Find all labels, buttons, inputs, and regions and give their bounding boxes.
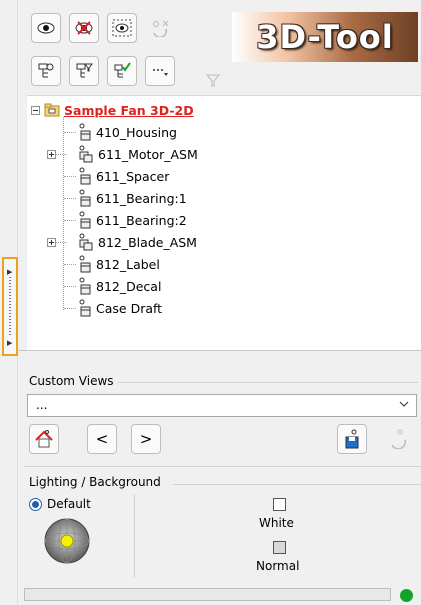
- radio-default[interactable]: [29, 497, 42, 511]
- more-options-button[interactable]: [145, 56, 175, 86]
- default-lighting-option[interactable]: Default: [29, 497, 91, 511]
- restore-view-icon: [391, 429, 406, 449]
- panel-divider: [17, 350, 421, 351]
- tree-item[interactable]: 812_Label: [56, 254, 160, 274]
- panel-collapse-handle[interactable]: ▶ ▶: [2, 257, 18, 356]
- part-icon: [79, 211, 91, 229]
- filter-icon: [205, 74, 221, 87]
- home-view-button[interactable]: [29, 424, 59, 454]
- tree-item-label: 812_Label: [96, 256, 160, 272]
- tree-item[interactable]: 611_Motor_ASM: [47, 144, 198, 164]
- restore-view-button[interactable]: [383, 424, 413, 454]
- eye-icon: [37, 22, 55, 34]
- white-background-label: White: [259, 516, 294, 530]
- normal-background-swatch[interactable]: [273, 541, 286, 554]
- section-rule: [118, 382, 418, 383]
- tree-find-icon: [38, 63, 54, 78]
- custom-views-dropdown[interactable]: ...: [27, 394, 417, 417]
- home-view-icon: [35, 430, 53, 448]
- brand-logo: 3D-Tool: [232, 12, 418, 62]
- part-icon: [79, 277, 91, 295]
- panel-divider: [24, 466, 421, 467]
- section-rule: [173, 484, 421, 485]
- save-view-button[interactable]: [337, 424, 367, 454]
- tree-item-label: 812_Blade_ASM: [98, 234, 197, 250]
- progress-bar: [24, 588, 391, 601]
- show-selection-icon: [112, 19, 132, 37]
- collapse-arrow-icon: ▶: [7, 268, 13, 276]
- filter-button[interactable]: [205, 74, 221, 88]
- custom-views-selected: ...: [36, 398, 48, 412]
- tree-item-label: 611_Bearing:1: [96, 190, 187, 206]
- hide-icon: [75, 21, 93, 35]
- expand-icon[interactable]: [47, 237, 56, 247]
- tree-filter-icon: [76, 63, 93, 78]
- assembly-icon: [79, 145, 93, 163]
- part-icon: [79, 189, 91, 207]
- grip-icon: [9, 277, 11, 335]
- tree-item[interactable]: Case Draft: [56, 298, 162, 318]
- tree-item[interactable]: 611_Spacer: [56, 166, 169, 186]
- part-icon: [79, 299, 91, 317]
- lighting-sphere-icon: [44, 518, 90, 564]
- tree-root-label: Sample Fan 3D-2D: [64, 102, 194, 118]
- chevron-down-icon: [399, 401, 409, 407]
- previous-view-icon: <: [95, 430, 109, 448]
- tree-item-label: 611_Bearing:2: [96, 212, 187, 228]
- collapse-icon[interactable]: [31, 105, 40, 115]
- show-all-button[interactable]: [31, 13, 61, 43]
- show-selection-button[interactable]: [107, 13, 137, 43]
- next-view-icon: >: [139, 430, 153, 448]
- assembly-icon: [79, 233, 93, 251]
- tree-item[interactable]: 410_Housing: [56, 122, 177, 142]
- tree-item-label: Case Draft: [96, 300, 163, 316]
- next-view-button[interactable]: >: [131, 424, 161, 454]
- tree-filter-button[interactable]: [69, 56, 99, 86]
- tree-check-icon: [114, 62, 131, 78]
- part-icon: [79, 255, 91, 273]
- assembly-folder-icon: [44, 103, 60, 117]
- tree-root[interactable]: Sample Fan 3D-2D: [31, 100, 194, 120]
- tree-item[interactable]: 812_Blade_ASM: [47, 232, 197, 252]
- tree-item-label: 812_Decal: [96, 278, 162, 294]
- tree-item[interactable]: 611_Bearing:2: [56, 210, 187, 230]
- tree-item[interactable]: 812_Decal: [56, 276, 161, 296]
- toggle-visibility-button[interactable]: [145, 13, 175, 43]
- toggle-visibility-icon: [153, 20, 169, 37]
- tree-find-button[interactable]: [31, 56, 61, 86]
- default-lighting-label: Default: [47, 497, 91, 511]
- normal-background-label: Normal: [256, 559, 300, 573]
- lighting-sphere-preview[interactable]: [43, 517, 91, 568]
- lighting-divider: [134, 494, 135, 578]
- tree-check-button[interactable]: [107, 56, 137, 86]
- previous-view-button[interactable]: <: [87, 424, 117, 454]
- custom-views-label: Custom Views: [29, 374, 114, 388]
- logo-text: 3D-Tool: [256, 18, 394, 56]
- save-view-icon: [345, 429, 359, 449]
- tree-item-label: 410_Housing: [96, 124, 177, 140]
- expand-arrow-icon: ▶: [7, 339, 13, 347]
- part-icon: [79, 167, 91, 185]
- lighting-label: Lighting / Background: [29, 475, 161, 489]
- status-indicator: [400, 589, 413, 602]
- hide-button[interactable]: [69, 13, 99, 43]
- tree-item[interactable]: 611_Bearing:1: [56, 188, 187, 208]
- more-dropdown-icon: [153, 69, 168, 76]
- white-background-swatch[interactable]: [273, 498, 286, 511]
- model-tree[interactable]: Sample Fan 3D-2D 410_Housing 611_Motor_A…: [27, 95, 421, 350]
- part-icon: [79, 123, 91, 141]
- tree-item-label: 611_Motor_ASM: [98, 146, 198, 162]
- expand-icon[interactable]: [47, 149, 56, 159]
- tree-item-label: 611_Spacer: [96, 168, 170, 184]
